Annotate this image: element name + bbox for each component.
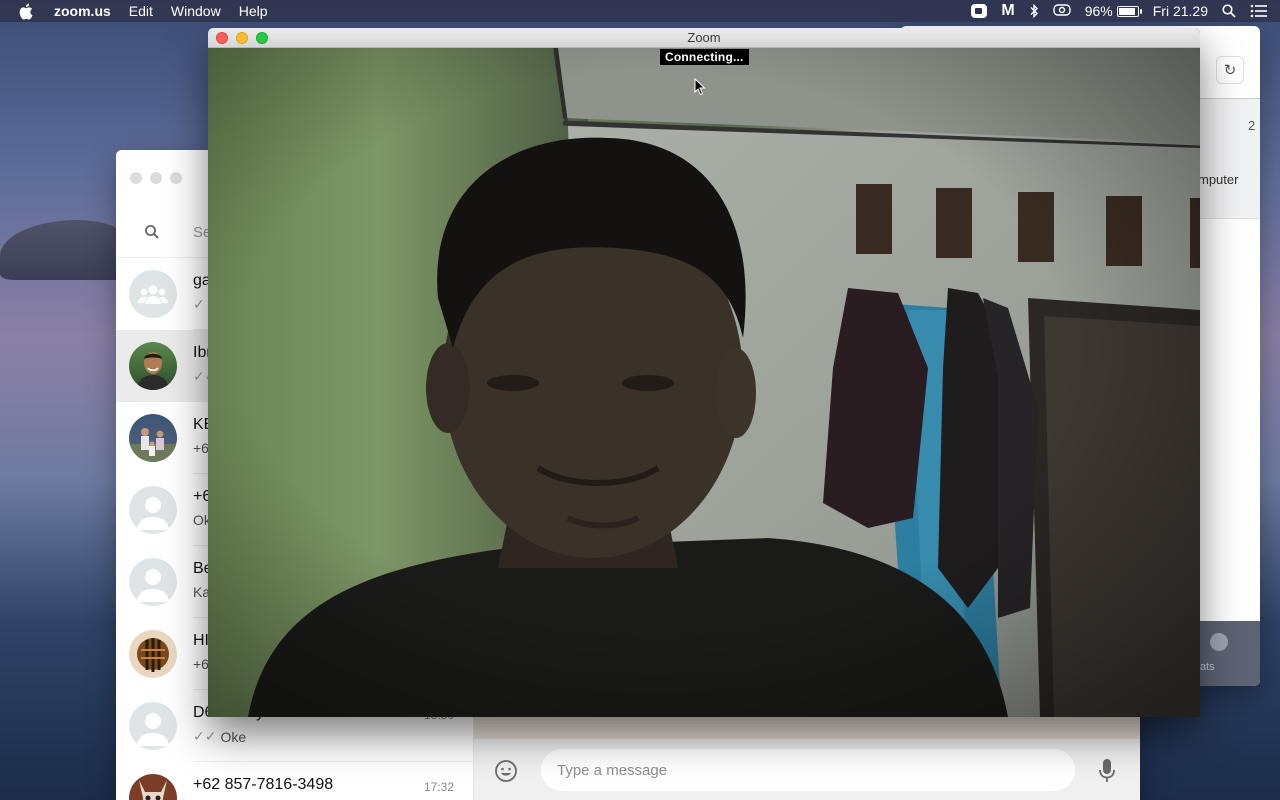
notification-center-icon[interactable] — [1250, 4, 1268, 18]
default-avatar-icon — [129, 558, 177, 606]
chat-name: HI — [193, 632, 209, 649]
zoom-camera-icon[interactable] — [971, 4, 988, 18]
video-feed[interactable]: Connecting... — [208, 48, 1200, 717]
default-avatar-icon — [129, 702, 177, 750]
window-title: Zoom — [687, 30, 721, 45]
emoji-icon[interactable] — [494, 759, 518, 788]
clock[interactable]: Fri 21.29 — [1153, 3, 1208, 19]
title-bar[interactable]: Zoom — [208, 28, 1200, 48]
screen-mirror-icon[interactable] — [1053, 4, 1071, 18]
computer-audio-text: mputer — [1198, 172, 1239, 187]
mouse-pointer-icon — [694, 77, 706, 101]
apple-menu-icon[interactable] — [18, 3, 36, 20]
battery-icon — [1116, 5, 1142, 17]
m-icon[interactable]: M — [1001, 2, 1014, 20]
zoom-meeting-window[interactable]: Zoom Connecting... — [208, 28, 1200, 717]
close-button[interactable] — [130, 172, 142, 184]
contact-photo — [129, 342, 177, 390]
chat-time: 17:32 — [423, 780, 454, 794]
bottom-toolbar: ats — [1200, 621, 1260, 686]
search-icon[interactable] — [144, 224, 160, 245]
group-avatar-icon — [129, 270, 177, 318]
connection-status: Connecting... — [660, 49, 749, 65]
contact-photo — [129, 414, 177, 462]
contact-photo — [129, 630, 177, 678]
number-fragment: 2 — [1248, 118, 1256, 133]
microphone-icon[interactable] — [1098, 758, 1116, 789]
message-input[interactable] — [541, 749, 1075, 791]
spotlight-search-icon[interactable] — [1222, 4, 1236, 18]
chat-name: +62 857-7816-3498 — [193, 776, 334, 793]
menu-edit[interactable]: Edit — [129, 3, 153, 19]
chat-preview: +6 — [193, 656, 209, 672]
menu-app-name[interactable]: zoom.us — [54, 3, 111, 19]
menu-window[interactable]: Window — [171, 3, 221, 19]
read-tick-icon: ✓ — [193, 296, 205, 312]
last-message: Oke — [220, 728, 247, 745]
chat-preview: ✓✓ Oke — [193, 728, 246, 745]
message-composer — [474, 738, 1140, 800]
camera-frame — [208, 48, 1200, 717]
read-tick-icon: ✓✓ — [193, 728, 217, 744]
battery-status[interactable]: 96% — [1084, 3, 1142, 19]
menu-help[interactable]: Help — [239, 3, 268, 19]
battery-level-fill — [1118, 7, 1136, 15]
minimize-button[interactable] — [150, 172, 162, 184]
chats-icon[interactable] — [1210, 633, 1228, 651]
bluetooth-icon[interactable] — [1029, 4, 1039, 18]
wallpaper-landmass — [0, 220, 130, 280]
divider — [1200, 218, 1260, 219]
window-controls — [130, 172, 182, 184]
chat-preview: +6 — [193, 440, 209, 456]
contact-photo — [129, 774, 177, 800]
menu-bar: zoom.us Edit Window Help M 96% Fri 21.29 — [0, 0, 1280, 22]
default-avatar-icon — [129, 486, 177, 534]
battery-percent: 96% — [1084, 3, 1113, 19]
meeting-panel — [1200, 99, 1260, 219]
chat-preview: ✓ — [193, 296, 205, 313]
chat-list-item[interactable]: +62 857-7816-3498 17:32 — [116, 762, 474, 800]
refresh-icon[interactable]: ↻ — [1216, 56, 1244, 84]
chats-label[interactable]: ats — [1200, 661, 1215, 673]
zoom-button[interactable] — [170, 172, 182, 184]
